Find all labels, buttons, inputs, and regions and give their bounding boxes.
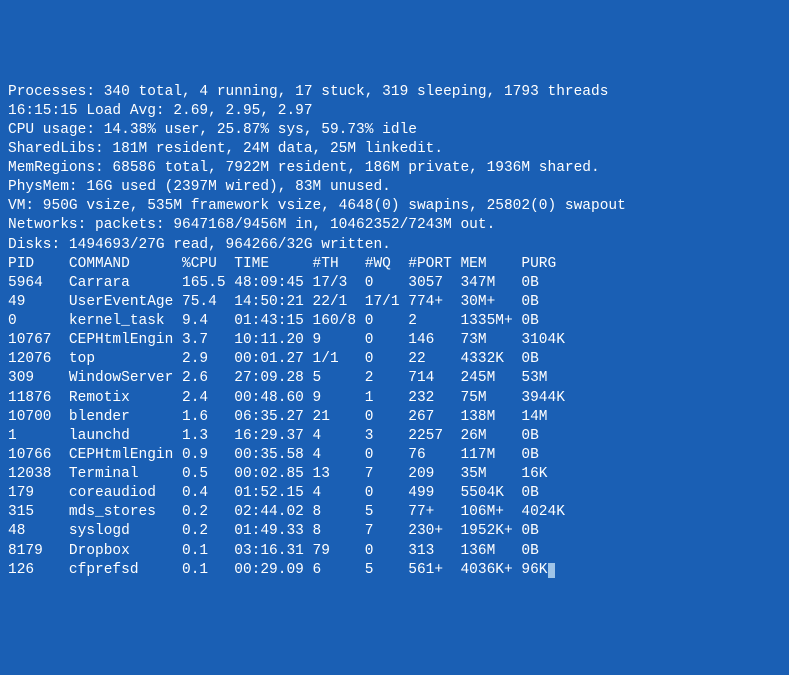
summary-processes: Processes: 340 total, 4 running, 17 stuc…: [8, 83, 781, 102]
summary-disks: Disks: 1494693/27G read, 964266/32G writ…: [8, 236, 781, 255]
summary-load: 16:15:15 Load Avg: 2.69, 2.95, 2.97: [8, 102, 781, 121]
process-row: 309 WindowServer 2.6 27:09.28 5 2 714 24…: [8, 369, 781, 388]
process-row: 10767 CEPHtmlEngin 3.7 10:11.20 9 0 146 …: [8, 331, 781, 350]
process-row: 12038 Terminal 0.5 00:02.85 13 7 209 35M…: [8, 465, 781, 484]
process-row: 1 launchd 1.3 16:29.37 4 3 2257 26M 0B: [8, 427, 781, 446]
process-table-header: PID COMMAND %CPU TIME #TH #WQ #PORT MEM …: [8, 255, 781, 274]
process-row: 315 mds_stores 0.2 02:44.02 8 5 77+ 106M…: [8, 503, 781, 522]
summary-vm: VM: 950G vsize, 535M framework vsize, 46…: [8, 197, 781, 216]
top-output: Processes: 340 total, 4 running, 17 stuc…: [8, 83, 781, 580]
summary-networks: Networks: packets: 9647168/9456M in, 104…: [8, 216, 781, 235]
process-row: 179 coreaudiod 0.4 01:52.15 4 0 499 5504…: [8, 484, 781, 503]
process-row: 48 syslogd 0.2 01:49.33 8 7 230+ 1952K+ …: [8, 522, 781, 541]
process-row: 126 cfprefsd 0.1 00:29.09 6 5 561+ 4036K…: [8, 561, 781, 580]
summary-memregions: MemRegions: 68586 total, 7922M resident,…: [8, 159, 781, 178]
process-row: 5964 Carrara 165.5 48:09:45 17/3 0 3057 …: [8, 274, 781, 293]
process-row: 12076 top 2.9 00:01.27 1/1 0 22 4332K 0B: [8, 350, 781, 369]
process-row: 8179 Dropbox 0.1 03:16.31 79 0 313 136M …: [8, 542, 781, 561]
summary-sharedlibs: SharedLibs: 181M resident, 24M data, 25M…: [8, 140, 781, 159]
process-row: 10700 blender 1.6 06:35.27 21 0 267 138M…: [8, 408, 781, 427]
summary-physmem: PhysMem: 16G used (2397M wired), 83M unu…: [8, 178, 781, 197]
terminal-cursor: [548, 563, 556, 578]
process-row: 10766 CEPHtmlEngin 0.9 00:35.58 4 0 76 1…: [8, 446, 781, 465]
summary-cpu: CPU usage: 14.38% user, 25.87% sys, 59.7…: [8, 121, 781, 140]
process-row: 11876 Remotix 2.4 00:48.60 9 1 232 75M 3…: [8, 389, 781, 408]
process-row: 49 UserEventAge 75.4 14:50:21 22/1 17/1 …: [8, 293, 781, 312]
process-row: 0 kernel_task 9.4 01:43:15 160/8 0 2 133…: [8, 312, 781, 331]
